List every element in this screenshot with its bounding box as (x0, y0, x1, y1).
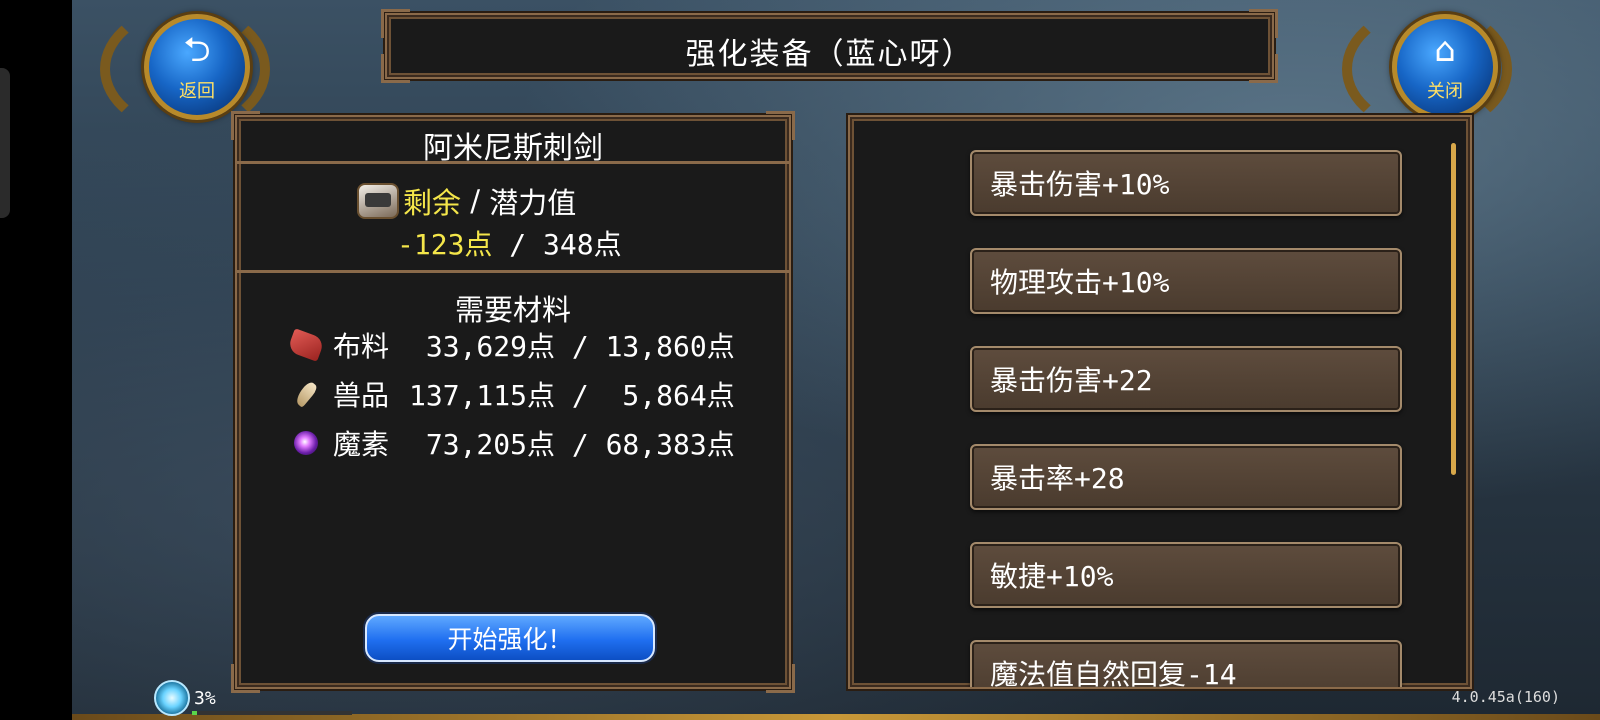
side-handle (0, 68, 10, 218)
mana-orb-icon (287, 426, 325, 460)
divider (237, 270, 789, 273)
progress-bar (192, 711, 352, 715)
back-button[interactable]: ⮌ 返回 (144, 14, 250, 120)
potential-header: 剩余 / 潜力值 (357, 181, 576, 221)
fang-icon (287, 377, 325, 411)
potential-separator: / (461, 184, 490, 218)
corner-ornament (850, 664, 873, 687)
version-label: 4.0.45a(160) (1451, 688, 1560, 706)
material-name: 兽品 (333, 379, 390, 412)
potential-total: 348点 (543, 228, 622, 261)
remaining-label: 剩余 (403, 186, 462, 220)
corner-ornament (766, 664, 795, 693)
cloth-icon (286, 328, 326, 362)
stat-option[interactable]: 暴击伤害+10% (970, 150, 1402, 216)
remaining-value: -123点 (397, 228, 493, 261)
back-arrow-icon: ⮌ (183, 30, 211, 70)
start-enhance-button[interactable]: 开始强化！ (365, 614, 655, 662)
close-button[interactable]: ⌂ 关闭 (1392, 14, 1498, 120)
stat-option[interactable]: 暴击伤害+22 (970, 346, 1402, 412)
divider (237, 161, 789, 164)
stat-option[interactable]: 物理攻击+10% (970, 248, 1402, 314)
stat-option[interactable]: 敏捷+10% (970, 542, 1402, 608)
stat-option[interactable]: 暴击率+28 (970, 444, 1402, 510)
material-row-mana: 魔素 73,205点 / 68,383点 (287, 421, 735, 465)
scrollbar[interactable] (1451, 143, 1456, 475)
stat-option[interactable]: 魔法值自然回复-14 (970, 640, 1402, 687)
corner-ornament (231, 664, 260, 693)
game-scene: ⮌ 返回 ⌂ 关闭 强化装备（蓝心呀） 阿米尼斯刺剑 剩余 / 潜力值 -123… (72, 0, 1600, 720)
corner-ornament (850, 117, 873, 140)
corner-ornament (1447, 664, 1470, 687)
material-row-beast: 兽品 137,115点 / 5,864点 (287, 372, 735, 416)
material-name: 魔素 (333, 428, 390, 461)
material-row-cloth: 布料 33,629点 / 13,860点 (286, 323, 735, 367)
title-bar: 强化装备（蓝心呀） (381, 9, 1278, 83)
values-separator: / (492, 228, 544, 261)
material-name: 布料 (333, 330, 390, 363)
page-title: 强化装备（蓝心呀） (685, 37, 974, 72)
progress-fill (192, 711, 197, 715)
home-icon: ⌂ (1434, 30, 1456, 70)
close-label: 关闭 (1427, 81, 1463, 102)
corner-ornament (1447, 117, 1470, 140)
enhance-panel: 阿米尼斯刺剑 剩余 / 潜力值 -123点 / 348点 需要材料 布料 33,… (231, 111, 795, 693)
back-label: 返回 (179, 81, 215, 102)
material-values: 137,115点 / 5,864点 (409, 379, 735, 412)
material-values: 73,205点 / 68,383点 (409, 428, 735, 461)
progress-orb-icon (154, 680, 190, 716)
stats-list-panel: 暴击伤害+10% 物理攻击+10% 暴击伤害+22 暴击率+28 敏捷+10% … (848, 115, 1472, 689)
anvil-icon (357, 183, 399, 219)
material-values: 33,629点 / 13,860点 (409, 330, 735, 363)
potential-values: -123点 / 348点 (397, 223, 622, 263)
progress-text: 3% (194, 687, 216, 709)
potential-label: 潜力值 (489, 186, 577, 220)
